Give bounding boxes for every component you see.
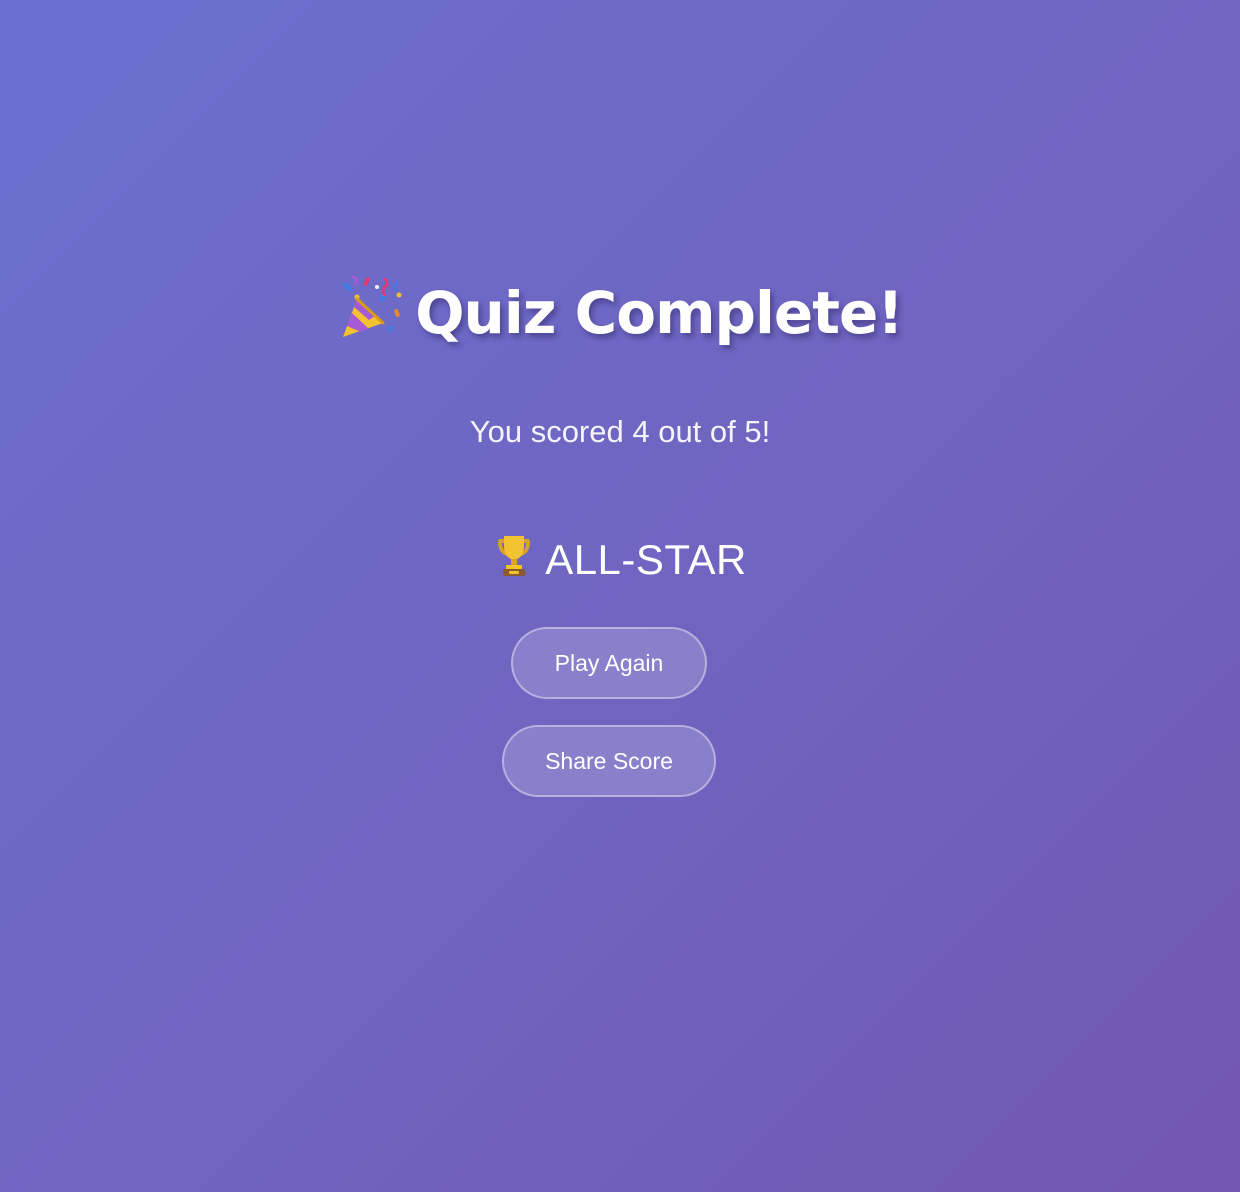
trophy-icon bbox=[493, 534, 535, 578]
party-popper-icon bbox=[337, 273, 405, 341]
results-header: Quiz Complete! bbox=[0, 268, 1240, 358]
quiz-results-screen: Quiz Complete! You scored 4 out of 5! AL… bbox=[0, 0, 1240, 1192]
rank-label: ALL-STAR bbox=[545, 536, 747, 583]
rank-badge: ALL-STAR bbox=[0, 530, 1240, 590]
play-again-button[interactable]: Play Again bbox=[511, 627, 707, 699]
results-title: Quiz Complete! bbox=[415, 279, 904, 347]
score-summary: You scored 4 out of 5! bbox=[469, 414, 771, 449]
share-score-button[interactable]: Share Score bbox=[502, 725, 716, 797]
